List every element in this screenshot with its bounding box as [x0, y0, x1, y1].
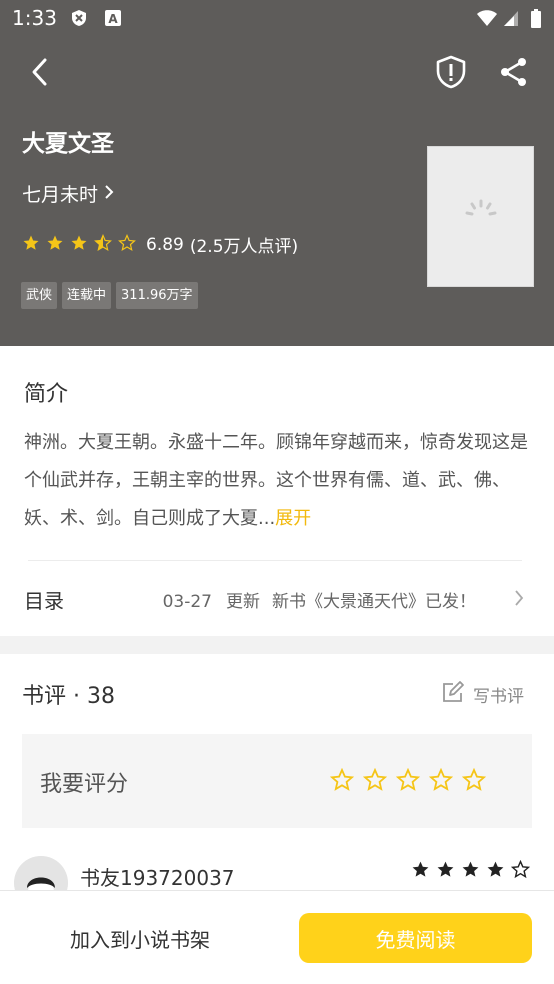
- author-link[interactable]: 七月未时: [22, 180, 114, 207]
- signal-icon: [502, 9, 520, 27]
- toc-update-word: 更新: [226, 592, 260, 612]
- edit-icon: [441, 680, 465, 709]
- tag-word-count: 311.96万字: [116, 282, 198, 309]
- rate-star-4[interactable]: [428, 767, 454, 796]
- notification-x-icon: [70, 9, 88, 27]
- loading-spinner-icon: [461, 195, 501, 239]
- reviews-title: 书评 · 38: [22, 684, 115, 709]
- toc-latest-chapter: 新书《大景通天代》已发！: [272, 592, 476, 612]
- reviewer-name: 书友193720037: [80, 866, 235, 890]
- rating-stars: [22, 233, 136, 256]
- reviewer-stars: [411, 859, 531, 883]
- svg-text:A: A: [108, 12, 118, 26]
- back-icon: [29, 57, 51, 91]
- rating-count: (2.5万人点评): [189, 237, 299, 257]
- rating-score: 6.89: [146, 234, 184, 255]
- share-button[interactable]: [494, 54, 534, 94]
- rate-label: 我要评分: [40, 772, 129, 797]
- nav-bar: [0, 44, 554, 104]
- star-empty-icon: [118, 233, 136, 256]
- shield-icon: [435, 55, 467, 93]
- add-to-shelf-button[interactable]: 加入到小说书架: [40, 913, 240, 963]
- toc-update-date: 03-27: [162, 592, 212, 612]
- write-review-button[interactable]: 写书评: [441, 680, 524, 709]
- star-icon: [22, 234, 40, 256]
- battery-icon: [530, 9, 542, 28]
- bottom-action-bar: 加入到小说书架 免费阅读: [0, 890, 554, 984]
- toc-update-info: 03-27 更新 新书《大景通天代》已发！: [163, 587, 476, 612]
- expand-link[interactable]: 展开: [275, 508, 311, 529]
- star-icon: [436, 860, 455, 883]
- star-icon: [70, 234, 88, 256]
- intro-title: 简介: [24, 382, 69, 407]
- chevron-right-icon: [104, 183, 114, 205]
- rate-star-2[interactable]: [362, 767, 388, 796]
- book-cover: [427, 146, 534, 287]
- rate-star-5[interactable]: [461, 767, 487, 796]
- star-icon: [411, 860, 430, 883]
- status-time: 1:33: [12, 6, 57, 30]
- back-button[interactable]: [20, 54, 60, 94]
- star-empty-icon: [510, 859, 531, 883]
- rating-row: 6.89 (2.5万人点评): [22, 232, 298, 257]
- intro-section: 简介 神洲。大夏王朝。永盛十二年。顾锦年穿越而来，惊奇发现这是个仙武并存，王朝主…: [0, 346, 554, 636]
- write-review-label: 写书评: [473, 687, 524, 707]
- share-icon: [498, 56, 530, 92]
- wifi-icon: [476, 9, 498, 27]
- book-title: 大夏文圣: [22, 131, 114, 157]
- tag-list: 武侠 连载中 311.96万字: [21, 282, 198, 309]
- book-header: 1:33 A 大夏文圣 七月未时 6.89 (2.5万人点评) 武侠 连载中 3…: [0, 0, 554, 346]
- rate-box: 我要评分: [22, 734, 532, 828]
- intro-text-block: 神洲。大夏王朝。永盛十二年。顾锦年穿越而来，惊奇发现这是个仙武并存，王朝主宰的世…: [24, 424, 532, 538]
- notification-a-icon: A: [104, 9, 122, 27]
- author-name: 七月未时: [22, 184, 99, 206]
- rate-stars: [329, 767, 487, 796]
- rate-star-1[interactable]: [329, 767, 355, 796]
- toc-label: 目录: [24, 589, 64, 613]
- free-read-button[interactable]: 免费阅读: [299, 913, 532, 963]
- tag-status: 连载中: [62, 282, 112, 309]
- report-button[interactable]: [431, 54, 471, 94]
- toc-row[interactable]: 目录 03-27 更新 新书《大景通天代》已发！: [0, 561, 554, 636]
- star-icon: [461, 860, 480, 883]
- status-bar: 1:33 A: [0, 0, 554, 38]
- star-half-icon: [94, 233, 112, 256]
- star-icon: [486, 860, 505, 883]
- star-icon: [46, 234, 64, 256]
- tag-genre: 武侠: [21, 282, 58, 309]
- app-root: 1:33 A 大夏文圣 七月未时 6.89 (2.5万人点评) 武侠 连载中 3…: [0, 0, 554, 984]
- rate-star-3[interactable]: [395, 767, 421, 796]
- chevron-right-icon: [514, 589, 524, 611]
